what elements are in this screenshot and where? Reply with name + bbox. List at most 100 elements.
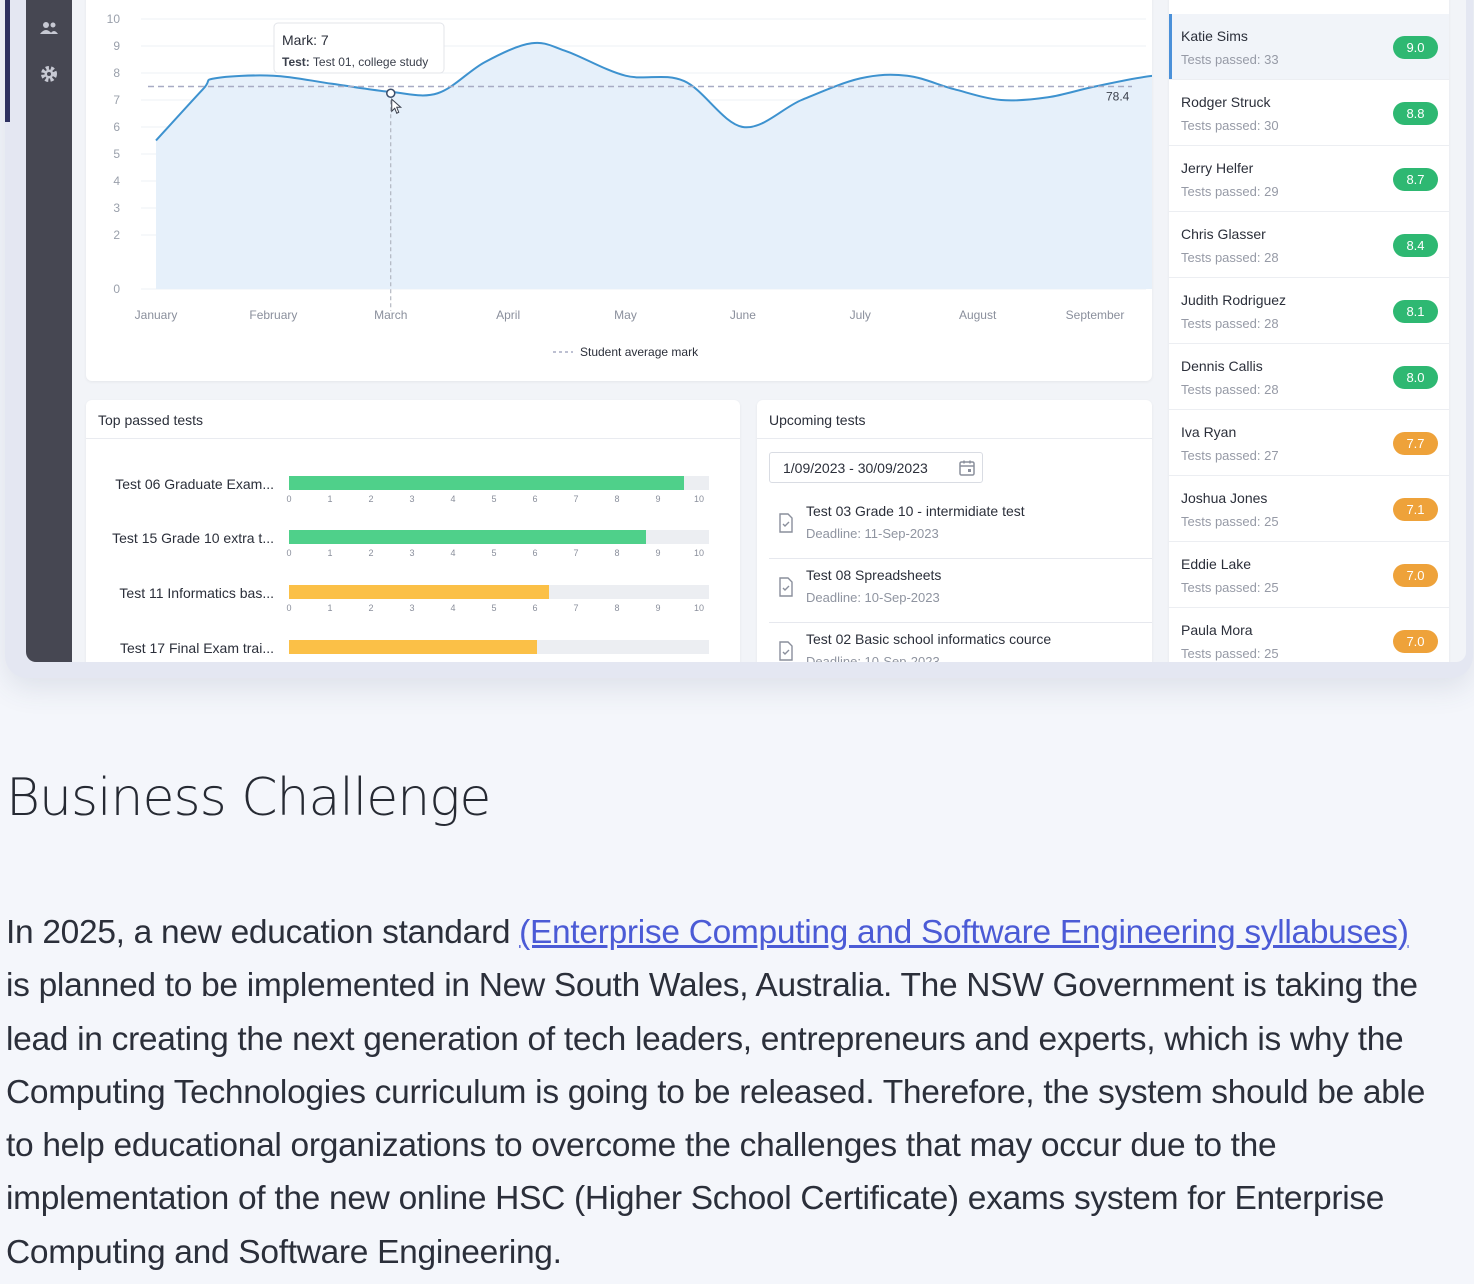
student-tests-passed: Tests passed: 25 (1181, 580, 1279, 595)
bar-tick-label: 2 (368, 494, 374, 504)
student-name: Chris Glasser (1181, 226, 1266, 242)
bar-tick-label: 8 (614, 603, 620, 613)
student-tests-passed: Tests passed: 25 (1181, 514, 1279, 529)
student-name: Joshua Jones (1181, 490, 1268, 506)
marks-chart-card: 0 2 3 4 5 6 7 8 9 10 January February March April May J… (86, 0, 1201, 381)
bar-track (289, 476, 709, 490)
student-tests-passed: Tests passed: 27 (1181, 448, 1279, 463)
score-badge: 9.0 (1393, 36, 1438, 59)
upcoming-test-item[interactable]: Test 02 Basic school informatics cource D… (769, 623, 1152, 662)
score-badge: 7.0 (1393, 564, 1438, 587)
student-row[interactable]: Chris Glasser Tests passed: 28 8.4 (1169, 212, 1449, 278)
top-test-row[interactable]: Test 06 Graduate Exam... 0 1 2 3 4 5 6 7 8 9 10 (86, 476, 740, 516)
bar-tick-label: 6 (532, 494, 538, 504)
bar-track (289, 530, 709, 544)
student-tests-passed: Tests passed: 29 (1181, 184, 1279, 199)
bar-axis: 0 1 2 3 4 5 6 7 8 9 10 (286, 548, 709, 558)
bar-tick-label: 5 (491, 494, 497, 504)
bar-tick-label: 4 (450, 603, 456, 613)
y-tick-label: 4 (113, 174, 120, 188)
divider (757, 438, 1152, 439)
student-name: Dennis Callis (1181, 358, 1263, 374)
bar-tick-label: 7 (573, 494, 579, 504)
bar-tick-label: 1 (327, 494, 333, 504)
student-name: Eddie Lake (1181, 556, 1252, 572)
x-tick-label: April (496, 308, 520, 322)
bar-tick-label: 7 (573, 548, 579, 558)
student-tests-passed: Tests passed: 30 (1181, 118, 1279, 133)
upcoming-test-item[interactable]: Test 08 Spreadsheets Deadline: 10-Sep-202… (769, 559, 1152, 623)
student-row[interactable]: Rodger Struck Tests passed: 30 8.8 (1169, 80, 1449, 146)
student-row[interactable]: Dennis Callis Tests passed: 28 8.0 (1169, 344, 1449, 410)
bar-tick-label: 1 (327, 548, 333, 558)
upcoming-tests-card: Upcoming tests 1/09/2023 - 30/09/2023 Te… (757, 400, 1152, 662)
date-range-value: 1/09/2023 - 30/09/2023 (783, 460, 928, 476)
data-point-marker (386, 88, 396, 98)
student-row[interactable]: Joshua Jones Tests passed: 25 7.1 (1169, 476, 1449, 542)
card-title: Upcoming tests (769, 412, 866, 428)
y-tick-label: 8 (113, 66, 120, 80)
score-badge: 8.8 (1393, 102, 1438, 125)
device-frame: 0 2 3 4 5 6 7 8 9 10 January February March April May J… (5, 0, 1473, 678)
bar-tick-label: 2 (368, 548, 374, 558)
syllabus-link[interactable]: (Enterprise Computing and Software Engin… (519, 914, 1409, 951)
top-test-row[interactable]: Test 15 Grade 10 extra t... 0 1 2 3 4 5 6 7 8 9 10 (86, 530, 740, 570)
score-badge: 8.0 (1393, 366, 1438, 389)
x-tick-label: January (135, 308, 178, 322)
bar-fill (289, 476, 684, 490)
y-tick-label: 5 (113, 147, 120, 161)
bar-tick-label: 3 (409, 548, 415, 558)
score-badge: 7.7 (1393, 432, 1438, 455)
chart-legend: Student average mark (553, 345, 699, 359)
student-row[interactable]: Judith Rodriguez Tests passed: 28 8.1 (1169, 278, 1449, 344)
bar-track (289, 585, 709, 599)
chart-tooltip: Mark: 7 Test: Test 01, college study (273, 22, 445, 74)
paragraph-text-start: In 2025, a new education standard (6, 914, 520, 951)
student-row[interactable]: Katie Sims Tests passed: 33 9.0 (1169, 14, 1449, 80)
bar-fill (289, 585, 550, 599)
section-heading: Business Challenge (6, 768, 491, 828)
tooltip-test-key: Test: (282, 55, 310, 69)
student-row[interactable]: Eddie Lake Tests passed: 25 7.0 (1169, 542, 1449, 608)
student-tests-passed: Tests passed: 28 (1181, 316, 1279, 331)
bar-tick-label: 5 (491, 548, 497, 558)
upcoming-test-deadline: Deadline: 10-Sep-2023 (806, 654, 940, 662)
paragraph-text-end: is planned to be implemented in New Sout… (6, 967, 1426, 1271)
bar-tick-label: 8 (614, 494, 620, 504)
upcoming-test-title: Test 03 Grade 10 - intermidiate test (806, 503, 1025, 519)
calendar-icon[interactable] (958, 459, 976, 477)
marks-chart[interactable]: 0 2 3 4 5 6 7 8 9 10 January February March April May J… (86, 0, 1201, 381)
x-tick-label: September (1066, 308, 1125, 322)
users-icon[interactable] (39, 18, 59, 38)
bar-tick-label: 4 (450, 548, 456, 558)
student-row[interactable]: Jerry Helfer Tests passed: 29 8.7 (1169, 146, 1449, 212)
y-tick-label: 6 (113, 120, 120, 134)
upcoming-test-deadline: Deadline: 11-Sep-2023 (806, 526, 939, 541)
x-tick-label: March (374, 308, 407, 322)
student-row[interactable]: Paula Mora Tests passed: 25 7.0 (1169, 608, 1449, 662)
bar-tick-label: 10 (693, 494, 705, 504)
bar-tick-label: 3 (409, 494, 415, 504)
top-test-row[interactable]: Test 11 Informatics bas... 0 1 2 3 4 5 6 7 8 9 10 (86, 585, 740, 625)
bar-track (289, 640, 709, 654)
bar-tick-label: 9 (655, 603, 661, 613)
bar-tick-label: 1 (327, 603, 333, 613)
average-value-label: 78.4 (1106, 90, 1130, 104)
gear-icon[interactable] (39, 64, 59, 84)
divider (86, 438, 740, 439)
top-passed-tests-card: Top passed tests Test 06 Graduate Exam..… (86, 400, 740, 662)
bar-axis: 0 1 2 3 4 5 6 7 8 9 10 (286, 603, 709, 613)
bar-tick-label: 6 (532, 548, 538, 558)
student-row[interactable]: Iva Ryan Tests passed: 27 7.7 (1169, 410, 1449, 476)
x-tick-label: February (249, 308, 297, 322)
bar-fill (289, 640, 537, 654)
score-badge: 7.1 (1393, 498, 1438, 521)
sidebar (26, 0, 72, 662)
upcoming-test-title: Test 08 Spreadsheets (806, 567, 942, 583)
upcoming-test-item[interactable]: Test 03 Grade 10 - intermidiate test Dead… (769, 495, 1152, 559)
top-test-row[interactable]: Test 17 Final Exam trai... (86, 640, 740, 662)
x-tick-label: July (850, 308, 871, 322)
score-badge: 8.1 (1393, 300, 1438, 323)
bar-tick-label: 10 (693, 603, 705, 613)
date-range-picker[interactable]: 1/09/2023 - 30/09/2023 (769, 452, 983, 483)
